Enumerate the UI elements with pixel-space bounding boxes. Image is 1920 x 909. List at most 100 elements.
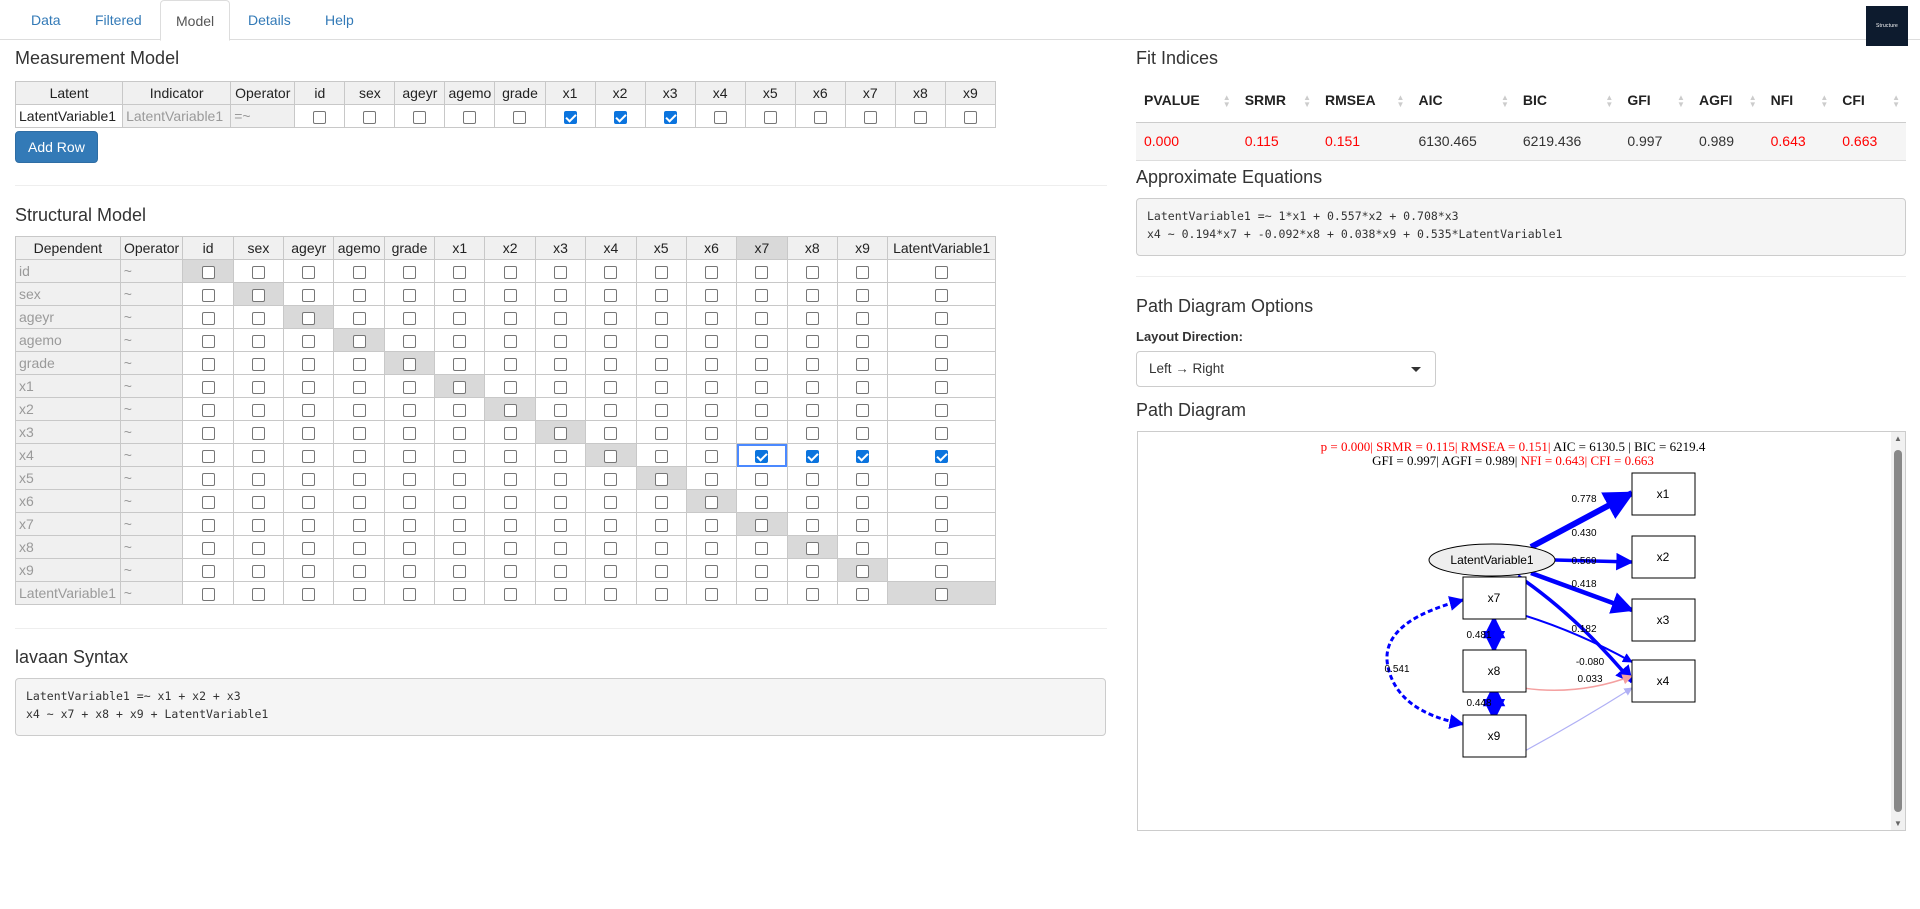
checkbox[interactable] (363, 110, 377, 124)
checkbox[interactable] (302, 403, 316, 417)
sort-icon[interactable]: ▲ ▼ (1223, 94, 1231, 109)
predictor-checkbox-cell[interactable] (635, 328, 687, 352)
predictor-checkbox-cell[interactable] (383, 466, 436, 490)
checkbox[interactable] (805, 472, 819, 486)
checkbox[interactable] (935, 403, 949, 417)
predictor-checkbox-cell[interactable] (232, 535, 285, 559)
predictor-checkbox-cell[interactable] (736, 305, 788, 329)
predictor-checkbox-cell[interactable] (585, 351, 637, 375)
checkbox[interactable] (755, 449, 769, 463)
predictor-checkbox-cell[interactable] (836, 305, 889, 329)
checkbox[interactable] (705, 518, 719, 532)
checkbox[interactable] (604, 426, 618, 440)
predictor-checkbox-cell[interactable] (585, 489, 637, 513)
predictor-checkbox-cell[interactable] (836, 282, 889, 306)
checkbox[interactable] (604, 472, 618, 486)
checkbox[interactable] (654, 495, 668, 509)
checkbox[interactable] (453, 426, 467, 440)
predictor-checkbox-cell[interactable] (182, 558, 234, 582)
checkbox[interactable] (805, 449, 819, 463)
predictor-checkbox-cell[interactable] (685, 351, 738, 375)
checkbox[interactable] (856, 449, 870, 463)
checkbox[interactable] (302, 518, 316, 532)
checkbox[interactable] (935, 518, 949, 532)
predictor-checkbox-cell[interactable] (836, 443, 889, 467)
predictor-checkbox-cell[interactable] (434, 282, 486, 306)
checkbox[interactable] (453, 495, 467, 509)
predictor-checkbox-cell[interactable] (585, 581, 637, 605)
indicator-checkbox-cell[interactable] (694, 104, 746, 128)
checkbox[interactable] (302, 426, 316, 440)
checkbox[interactable] (554, 472, 567, 486)
predictor-checkbox-cell[interactable] (534, 581, 587, 605)
predictor-checkbox-cell[interactable] (182, 581, 234, 605)
indicator-checkbox-cell[interactable] (444, 104, 496, 128)
latent-cell[interactable]: LatentVariable1 (14, 104, 124, 128)
predictor-checkbox-cell[interactable] (786, 397, 838, 421)
predictor-checkbox-cell[interactable] (232, 420, 285, 444)
checkbox[interactable] (654, 564, 668, 578)
predictor-checkbox-cell[interactable] (484, 558, 536, 582)
checkbox[interactable] (935, 311, 949, 325)
predictor-checkbox-cell[interactable] (534, 328, 587, 352)
predictor-checkbox-cell[interactable] (484, 581, 536, 605)
checkbox[interactable] (935, 472, 949, 486)
checkbox[interactable] (402, 541, 416, 555)
checkbox[interactable] (453, 564, 467, 578)
checkbox[interactable] (302, 564, 316, 578)
indicator-checkbox-cell[interactable] (394, 104, 446, 128)
checkbox[interactable] (453, 541, 467, 555)
checkbox[interactable] (654, 403, 668, 417)
checkbox[interactable] (863, 110, 877, 124)
predictor-checkbox-cell[interactable] (232, 374, 285, 398)
predictor-checkbox-cell[interactable] (685, 558, 738, 582)
predictor-checkbox-cell[interactable] (585, 558, 637, 582)
checkbox[interactable] (402, 426, 416, 440)
checkbox[interactable] (755, 334, 769, 348)
checkbox[interactable] (604, 380, 618, 394)
checkbox[interactable] (554, 518, 567, 532)
predictor-checkbox-cell[interactable] (484, 535, 536, 559)
checkbox[interactable] (654, 587, 668, 601)
checkbox[interactable] (604, 357, 618, 371)
predictor-checkbox-cell[interactable] (484, 351, 536, 375)
predictor-checkbox-cell[interactable] (736, 558, 788, 582)
checkbox[interactable] (554, 587, 567, 601)
checkbox[interactable] (503, 288, 517, 302)
checkbox[interactable] (453, 357, 467, 371)
checkbox[interactable] (705, 472, 719, 486)
checkbox[interactable] (935, 541, 949, 555)
checkbox[interactable] (251, 357, 265, 371)
checkbox[interactable] (402, 288, 416, 302)
diagram-scrollbar[interactable]: ▲ ▼ (1891, 432, 1905, 830)
checkbox[interactable] (755, 426, 769, 440)
predictor-checkbox-cell[interactable] (534, 305, 587, 329)
sort-icon[interactable]: ▲ ▼ (1820, 94, 1828, 109)
predictor-checkbox-cell[interactable] (786, 305, 838, 329)
indicator-checkbox-cell[interactable] (744, 104, 796, 128)
checkbox[interactable] (755, 587, 769, 601)
tab-filtered[interactable]: Filtered (80, 0, 157, 40)
predictor-checkbox-cell[interactable] (836, 420, 889, 444)
predictor-checkbox-cell[interactable] (887, 259, 996, 283)
predictor-checkbox-cell[interactable] (534, 535, 587, 559)
predictor-checkbox-cell[interactable] (232, 443, 285, 467)
predictor-checkbox-cell[interactable] (585, 259, 637, 283)
indicator-checkbox-cell[interactable] (344, 104, 396, 128)
checkbox[interactable] (935, 426, 949, 440)
predictor-checkbox-cell[interactable] (887, 558, 996, 582)
predictor-checkbox-cell[interactable] (786, 351, 838, 375)
checkbox[interactable] (935, 495, 949, 509)
predictor-checkbox-cell[interactable] (685, 328, 738, 352)
predictor-checkbox-cell[interactable] (232, 351, 285, 375)
predictor-checkbox-cell[interactable] (484, 305, 536, 329)
predictor-checkbox-cell[interactable] (182, 489, 234, 513)
checkbox[interactable] (705, 426, 719, 440)
checkbox[interactable] (352, 495, 366, 509)
predictor-checkbox-cell[interactable] (182, 351, 234, 375)
checkbox[interactable] (755, 380, 769, 394)
checkbox[interactable] (503, 495, 517, 509)
predictor-checkbox-cell[interactable] (383, 282, 436, 306)
tab-details[interactable]: Details (233, 0, 306, 40)
checkbox[interactable] (935, 288, 949, 302)
